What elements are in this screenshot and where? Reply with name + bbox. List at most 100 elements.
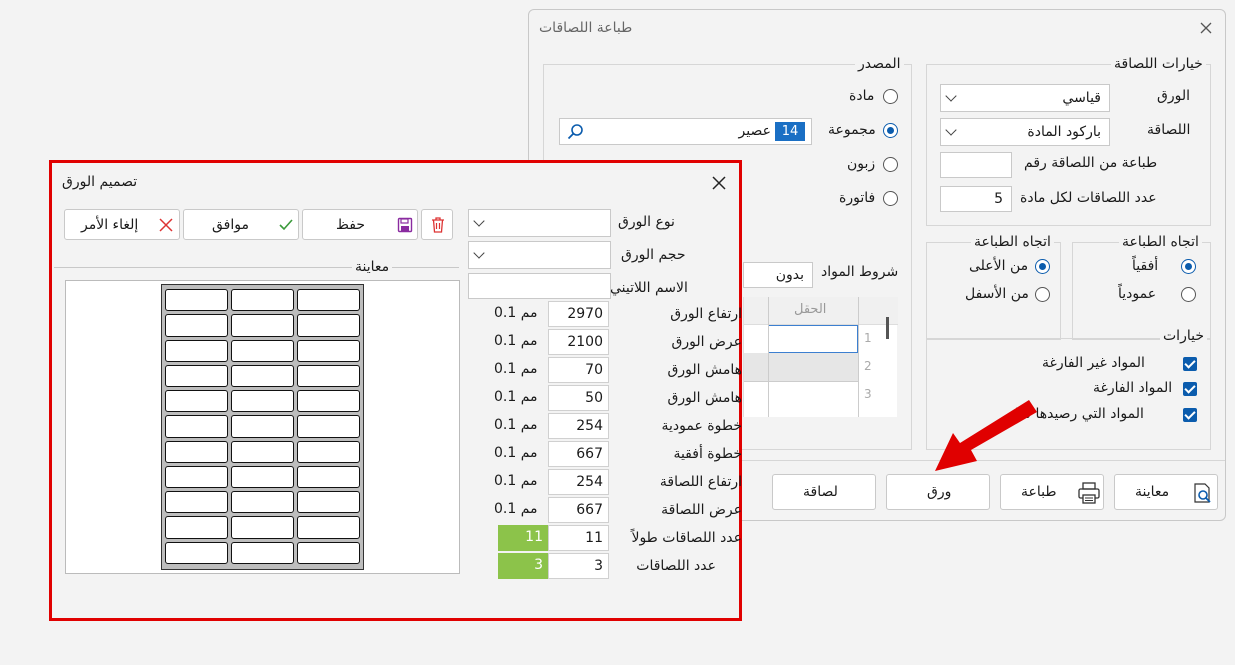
dimension-row: 0.1 مم 254 خطوة عمودية [492,413,742,440]
ok-button[interactable]: موافق [183,209,299,240]
direction-bottom-label[interactable]: من الأسفل [965,286,1029,302]
grid-scrollbar[interactable] [886,317,889,339]
label-cell [165,491,228,514]
dimension-input[interactable]: 254 [548,413,609,439]
direction-horizontal-label[interactable]: أفقياً [1132,258,1158,274]
option-balance-checkbox[interactable] [1183,408,1197,422]
label-cell [231,289,294,312]
source-option-customer[interactable]: زبون [847,156,875,172]
source-radio-customer[interactable] [883,157,898,172]
paper-type-select[interactable] [468,209,611,237]
source-option-item[interactable]: مادة [849,88,874,104]
unit-label: 0.1 مم [494,473,538,489]
unit-label: 0.1 مم [494,445,538,461]
close-icon[interactable] [1197,19,1215,37]
paper-size-label: حجم الورق [621,247,686,263]
count-tall-input[interactable]: 11 [548,525,609,551]
unit-label: 0.1 مم [494,333,538,349]
direction-top-radio[interactable] [1035,259,1050,274]
label-cell [231,364,294,388]
option-nonempty-label[interactable]: المواد غير الفارغة [1042,355,1145,371]
direction-horizontal-radio[interactable] [1181,259,1196,274]
label-cell [297,491,360,514]
count-row: 3 3 عدد اللصاقات [492,553,742,580]
source-title: المصدر [855,56,904,72]
source-radio-item[interactable] [883,89,898,104]
dimension-row: 0.1 مم 667 عرض اللصاقة [492,497,742,524]
chevron-down-icon [473,215,485,227]
count-per-item-input[interactable]: 5 [940,186,1012,212]
label-cell [231,314,294,337]
label-cell [231,516,294,539]
label-cell [297,289,360,312]
close-icon[interactable] [710,174,728,192]
dimension-input[interactable]: 2100 [548,329,609,355]
dimension-input[interactable]: 70 [548,357,609,383]
label-cell [297,314,360,337]
label-cell [297,390,360,413]
print-from-input[interactable] [940,152,1012,178]
direction-vertical-label[interactable]: عمودياً [1118,286,1156,302]
latin-name-input[interactable] [468,273,611,299]
dimension-label: عرض اللصاقة [661,502,742,518]
material-conditions-input[interactable]: بدون [743,262,813,288]
count-per-item-label: عدد اللصاقات لكل مادة [1020,190,1157,206]
direction-vertical-radio[interactable] [1181,287,1196,302]
paper-type-label: نوع الورق [618,214,675,230]
chevron-down-icon [945,124,957,136]
group-search-input[interactable]: عصير 14 [559,118,812,145]
paper-label: الورق [1157,88,1191,104]
red-arrow-annotation [935,400,1037,471]
label-cell [165,364,228,388]
close-icon [159,218,173,232]
dimension-label: خطوة عمودية [661,418,742,434]
cancel-button[interactable]: إلغاء الأمر [64,209,180,240]
count-label: عدد اللصاقات [636,558,716,574]
direction-bottom-radio[interactable] [1035,287,1050,302]
preview-button[interactable]: معاينة [1114,474,1218,510]
source-option-group[interactable]: مجموعة [828,122,876,138]
save-button[interactable]: حفظ [302,209,418,240]
dimension-row: 0.1 مم 667 خطوة أفقية [492,441,742,468]
label-button[interactable]: لصاقة [772,474,876,510]
count-calculated: 3 [498,553,548,579]
option-empty-checkbox[interactable] [1183,382,1197,396]
dimension-input[interactable]: 254 [548,469,609,495]
paper-select[interactable]: قياسي [940,84,1110,112]
grid-row-number: 1 [864,331,872,345]
chevron-down-icon [945,90,957,102]
count-tall-row: 11 11 عدد اللصاقات طولاً [492,525,742,552]
label-cell [165,516,228,539]
label-cell [165,440,228,463]
dimension-input[interactable]: 667 [548,497,609,523]
source-option-invoice[interactable]: فاتورة [839,190,875,206]
label-cell [231,390,294,413]
label-cell [231,491,294,514]
label-cell [297,339,360,362]
conditions-grid[interactable]: الحقل 1 2 3 [743,297,898,417]
grid-row-number: 3 [864,387,872,401]
option-empty-label[interactable]: المواد الفارغة [1093,380,1172,396]
option-nonempty-checkbox[interactable] [1183,357,1197,371]
paper-size-select[interactable] [468,241,611,269]
source-radio-group[interactable] [883,123,898,138]
paper-dialog-title: تصميم الورق [62,174,138,190]
count-input[interactable]: 3 [548,553,609,579]
preview-pane [65,280,460,574]
dimension-input[interactable]: 667 [548,441,609,467]
label-cell [165,390,228,413]
dimension-input[interactable]: 50 [548,385,609,411]
source-radio-invoice[interactable] [883,191,898,206]
dimension-row: 0.1 مم 2970 ارتفاع الورق [492,301,742,328]
dimension-label: هامش الورق [667,390,742,406]
label-cell [297,541,360,564]
search-icon[interactable] [566,123,584,141]
direction-top-label[interactable]: من الأعلى [969,258,1028,274]
label-select[interactable]: باركود المادة [940,118,1110,146]
delete-button[interactable] [421,209,453,240]
dimension-input[interactable]: 2970 [548,301,609,327]
label-cell [165,465,228,489]
options-title: خيارات [1160,328,1207,344]
trash-icon [430,216,446,234]
count-tall-label: عدد اللصاقات طولاً [631,530,742,546]
